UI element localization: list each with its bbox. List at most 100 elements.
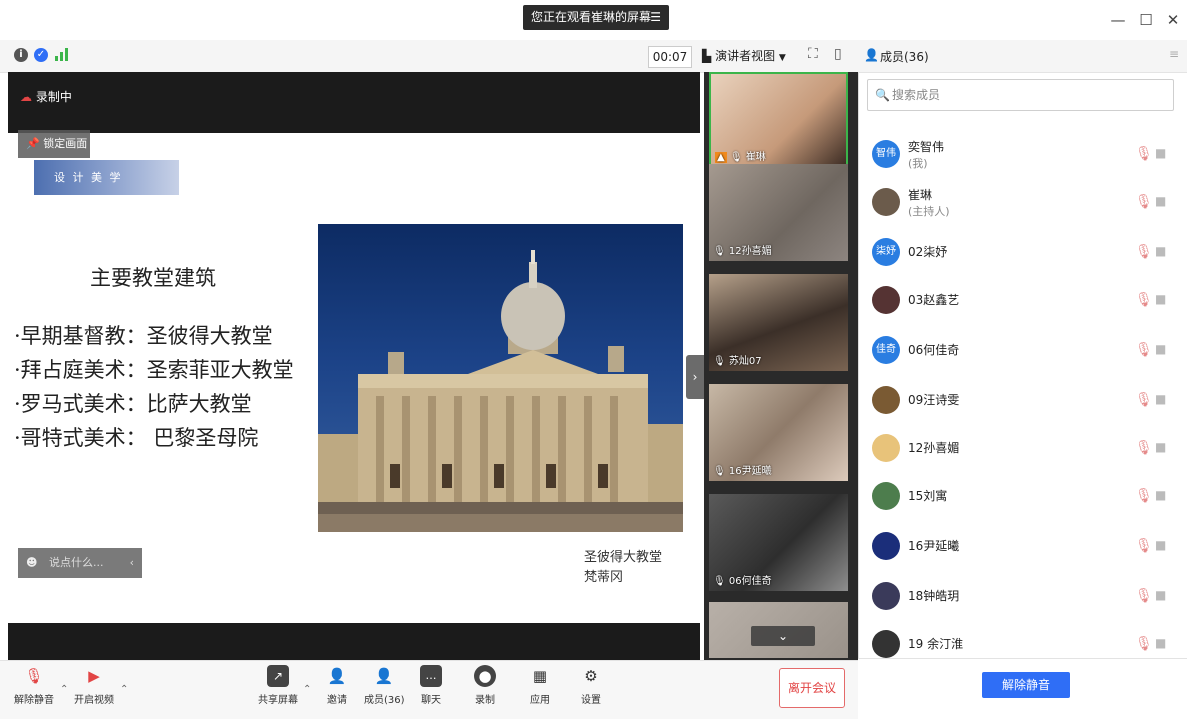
scroll-down-button[interactable]: ⌄	[751, 626, 815, 646]
invite-button[interactable]: 👤 邀请	[326, 665, 348, 706]
mic-muted-icon[interactable]: 🎙	[1135, 244, 1153, 260]
add-user-icon: 👤	[327, 667, 347, 685]
member-name: 崔琳	[908, 188, 933, 202]
camera-off-icon[interactable]: ■	[1155, 292, 1166, 306]
video-tile-host[interactable]: ▲ 🎙 崔琳	[709, 72, 848, 169]
mic-muted-icon[interactable]: 🎙	[1135, 146, 1153, 162]
lock-view-button[interactable]: 📌 锁定画面	[18, 130, 90, 158]
member-row[interactable]: 12孙喜媚 🎙 ■	[872, 432, 1172, 468]
camera-off-icon[interactable]: ■	[1155, 392, 1166, 406]
camera-off-icon[interactable]: ■	[1155, 588, 1166, 602]
member-row[interactable]: 16尹延曦 🎙 ■	[872, 530, 1172, 566]
chevron-up-icon[interactable]: ⌃	[120, 684, 128, 695]
mic-muted-icon[interactable]: 🎙	[1135, 588, 1153, 604]
unmute-label: 解除静音	[14, 695, 54, 706]
avatar	[872, 434, 900, 462]
member-row[interactable]: 智伟 奕智伟 (我) 🎙 ■	[872, 138, 1172, 174]
lock-view-label: 锁定画面	[43, 137, 88, 150]
minimize-button[interactable]: —	[1105, 8, 1131, 32]
video-tile-name: 崔琳	[745, 152, 766, 163]
search-placeholder: 搜索成员	[892, 88, 941, 102]
start-video-button[interactable]: ▶ 开启视频	[74, 665, 114, 706]
mic-muted-icon[interactable]: 🎙	[1135, 440, 1153, 456]
meeting-timer: 00:07	[648, 46, 692, 68]
mic-muted-icon[interactable]: 🎙	[1135, 194, 1153, 210]
chevron-up-icon[interactable]: ⌃	[60, 684, 68, 695]
apps-button[interactable]: ▦ 应用	[529, 665, 551, 706]
collapse-strip-button[interactable]: ›	[686, 355, 704, 399]
video-tile[interactable]: 🎙 苏灿07	[709, 274, 848, 371]
avatar	[872, 482, 900, 510]
host-icon: ▲	[715, 152, 727, 163]
gear-icon: ⚙	[584, 667, 598, 685]
chevron-left-icon[interactable]: ‹	[130, 548, 134, 578]
members-label: 成员(36)	[364, 695, 405, 706]
settings-button[interactable]: ⚙ 设置	[580, 665, 602, 706]
member-row[interactable]: 佳奇 06何佳奇 🎙 ■	[872, 334, 1172, 370]
record-icon: ●	[474, 665, 496, 687]
camera-off-icon[interactable]: ■	[1155, 488, 1166, 502]
mic-muted-icon[interactable]: 🎙	[1135, 292, 1153, 308]
slide-bullet: ·哥特式美术： 巴黎圣母院	[14, 426, 259, 450]
view-selector-label: 演讲者视图	[715, 49, 776, 63]
video-tile-name: 16尹延曦	[728, 466, 772, 477]
avatar	[872, 582, 900, 610]
panel-menu-icon[interactable]: ≡	[1169, 47, 1179, 61]
shield-icon[interactable]: ✓	[34, 48, 48, 62]
mic-muted-icon[interactable]: 🎙	[1135, 636, 1153, 652]
mic-muted-icon[interactable]: 🎙	[1135, 488, 1153, 504]
camera-off-icon[interactable]: ■	[1155, 636, 1166, 650]
photo-caption-location: 梵蒂冈	[584, 570, 624, 585]
screen-share-notice[interactable]: 您正在观看崔琳的屏幕 ☰	[523, 5, 669, 30]
video-tile[interactable]: 🎙 06何佳奇	[709, 494, 848, 591]
quick-chat-input[interactable]: ☻ 说点什么... ‹	[18, 548, 142, 578]
members-button[interactable]: 👤 成员(36)	[364, 665, 405, 706]
member-row[interactable]: 崔琳 (主持人) 🎙 ■	[872, 186, 1172, 222]
camera-off-icon[interactable]: ■	[1155, 342, 1166, 356]
member-row[interactable]: 18钟皓玥 🎙 ■	[872, 580, 1172, 616]
camera-off-icon[interactable]: ■	[1155, 194, 1166, 208]
basilica-photo	[318, 224, 683, 532]
member-row[interactable]: 03赵鑫艺 🎙 ■	[872, 284, 1172, 320]
maximize-button[interactable]: ☐	[1133, 8, 1159, 32]
share-screen-label: 共享屏幕	[258, 695, 298, 706]
camera-off-icon[interactable]: ■	[1155, 244, 1166, 258]
members-panel-header: 👤 成员(36) ≡	[858, 40, 1187, 73]
video-tile-name: 12孙喜媚	[728, 246, 772, 257]
member-search-input[interactable]: 🔍 搜索成员	[867, 79, 1174, 111]
camera-off-icon[interactable]: ■	[1155, 146, 1166, 160]
signal-icon[interactable]	[54, 47, 70, 61]
record-button[interactable]: ● 录制	[474, 665, 496, 706]
avatar: 佳奇	[872, 336, 900, 364]
photo-caption-title: 圣彼得大教堂	[584, 550, 663, 565]
unmute-button[interactable]: 🎙 解除静音	[14, 665, 54, 706]
members-icon: 👤	[864, 48, 879, 62]
mic-muted-icon[interactable]: 🎙	[1135, 538, 1153, 554]
info-icon[interactable]: i	[14, 48, 28, 62]
member-row[interactable]: 09汪诗雯 🎙 ■	[872, 384, 1172, 420]
member-name: 18钟皓玥	[908, 589, 960, 603]
member-row[interactable]: 15刘寓 🎙 ■	[872, 480, 1172, 516]
mic-icon: 🎙	[729, 152, 743, 163]
close-button[interactable]: ✕	[1160, 8, 1186, 32]
settings-label: 设置	[581, 695, 601, 706]
video-tile[interactable]: 🎙 12孙喜媚	[709, 164, 848, 261]
unmute-all-button[interactable]: 解除静音	[982, 672, 1070, 698]
avatar: 智伟	[872, 140, 900, 168]
invite-label: 邀请	[327, 695, 347, 706]
camera-off-icon[interactable]: ■	[1155, 440, 1166, 454]
chevron-up-icon[interactable]: ⌃	[303, 684, 311, 695]
slide-bullet: ·早期基督教：圣彼得大教堂	[14, 324, 273, 348]
chat-button[interactable]: … 聊天	[420, 665, 442, 706]
member-row[interactable]: 柒妤 02柒妤 🎙 ■	[872, 236, 1172, 272]
camera-off-icon[interactable]: ■	[1155, 538, 1166, 552]
mic-muted-icon[interactable]: 🎙	[1135, 392, 1153, 408]
fullscreen-icon[interactable]: ⛶	[808, 46, 818, 62]
menu-icon[interactable]: ☰	[650, 5, 661, 30]
video-tile[interactable]: 🎙 16尹延曦	[709, 384, 848, 481]
leave-meeting-button[interactable]: 离开会议	[779, 668, 845, 708]
sidebar-toggle-icon[interactable]: ▯	[834, 46, 842, 62]
view-selector[interactable]: ▙ 演讲者视图 ▼	[702, 46, 786, 66]
mic-muted-icon[interactable]: 🎙	[1135, 342, 1153, 358]
share-screen-button[interactable]: ↗ 共享屏幕	[258, 665, 298, 706]
